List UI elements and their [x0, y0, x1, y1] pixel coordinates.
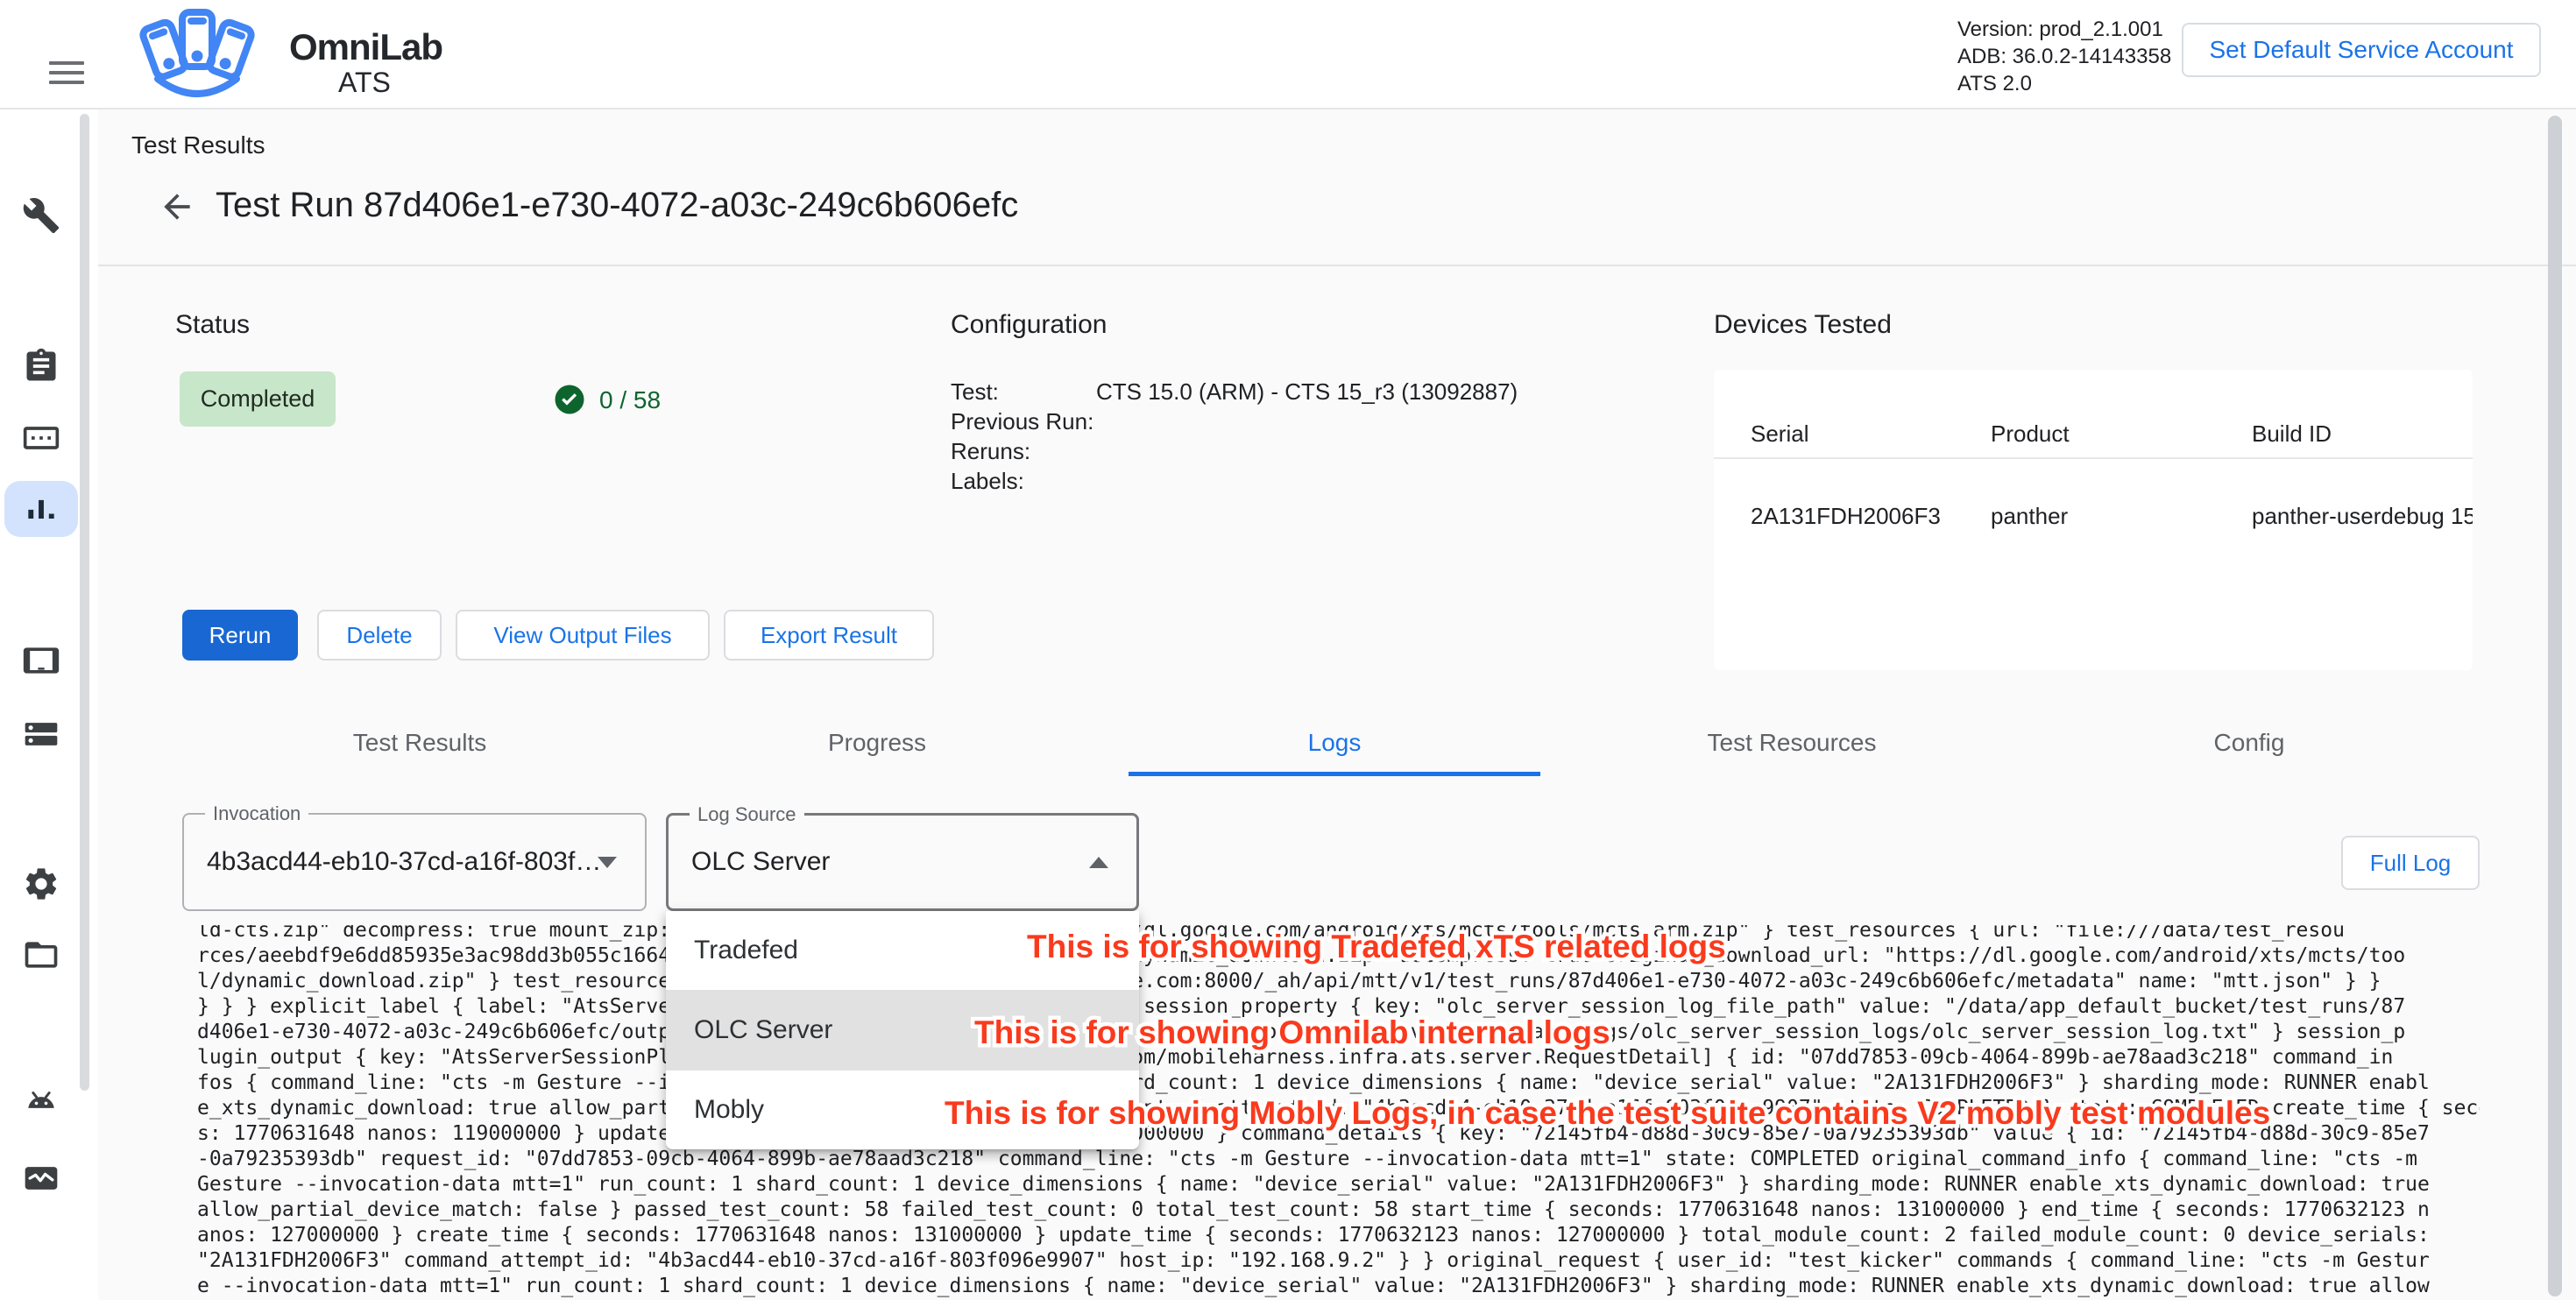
- log-line: e --invocation-data mtt=1" run_count: 1 …: [197, 1274, 2480, 1299]
- log-line: l/dynamic_download.zip" } test_resources…: [197, 969, 2480, 994]
- log-source-select[interactable]: Log Source OLC Server: [666, 813, 1139, 911]
- back-arrow-icon[interactable]: [158, 187, 196, 226]
- main-scrollbar[interactable]: [2548, 116, 2562, 1296]
- page-title: Test Run 87d406e1-e730-4072-a03c-249c6b6…: [216, 186, 1018, 225]
- content-scrollbar[interactable]: [80, 114, 89, 1091]
- omnilab-logo-icon: [123, 5, 272, 106]
- delete-button[interactable]: Delete: [317, 610, 442, 661]
- devices-tested-heading: Devices Tested: [1714, 310, 1892, 340]
- sidebar-item-clipboard-icon[interactable]: [22, 347, 60, 385]
- device-build-id-cell: panther-userdebug 15 r: [2252, 503, 2473, 530]
- config-row-previous-run: Previous Run:: [951, 408, 1687, 435]
- config-label: Labels:: [951, 468, 1096, 495]
- sidebar-item-test-plan-icon[interactable]: [22, 419, 60, 457]
- hamburger-menu-icon[interactable]: [49, 61, 84, 88]
- full-log-button[interactable]: Full Log: [2341, 836, 2480, 890]
- config-row-reruns: Reruns:: [951, 438, 1687, 465]
- sidebar-item-device-wave-icon[interactable]: [22, 1159, 60, 1198]
- view-output-files-button[interactable]: View Output Files: [456, 610, 710, 661]
- chevron-up-icon: [1089, 857, 1108, 868]
- column-header-serial: Serial: [1751, 420, 1808, 448]
- tab-test-resources[interactable]: Test Resources: [1563, 718, 2020, 767]
- config-row-labels: Labels:: [951, 468, 1687, 495]
- invocation-value: 4b3acd44-eb10-37cd-a16f-803f…: [207, 815, 601, 909]
- annotation-text: This is for showing Tradefed xTS related…: [1027, 929, 1726, 965]
- configuration-heading: Configuration: [951, 310, 1107, 340]
- version-info: Version: prod_2.1.001 ADB: 36.0.2-141433…: [1957, 16, 2171, 97]
- sidebar-item-devices-tablet-icon[interactable]: [22, 641, 60, 680]
- app-header: OmniLab ATS Version: prod_2.1.001 ADB: 3…: [0, 0, 2576, 110]
- tab-config[interactable]: Config: [2020, 718, 2478, 767]
- sidebar-nav: [0, 110, 98, 1300]
- log-line: fos { command_line: "cts -m Gesture --in…: [197, 1070, 2480, 1096]
- tab-progress[interactable]: Progress: [648, 718, 1106, 767]
- log-line: allow_partial_device_match: false } pass…: [197, 1198, 2480, 1223]
- log-line: Gesture --invocation-data mtt=1" run_cou…: [197, 1172, 2480, 1198]
- column-header-product: Product: [1991, 420, 2070, 448]
- rerun-button[interactable]: Rerun: [182, 610, 298, 661]
- chevron-down-icon: [598, 857, 617, 868]
- log-line: -0a79235393db" request_id: "07dd7853-09c…: [197, 1147, 2480, 1172]
- config-value: CTS 15.0 (ARM) - CTS 15_r3 (13092887): [1096, 378, 1518, 405]
- annotation-text: This is for showing Mobly Logs, in case …: [945, 1095, 2270, 1132]
- version-line: Version: prod_2.1.001: [1957, 16, 2171, 43]
- app-subtitle: ATS: [338, 67, 391, 99]
- status-heading: Status: [175, 310, 250, 340]
- tab-bar: Test Results Progress Logs Test Resource…: [191, 718, 2478, 767]
- adb-version-line: ADB: 36.0.2-14143358: [1957, 43, 2171, 70]
- tab-test-results[interactable]: Test Results: [191, 718, 648, 767]
- log-source-value: OLC Server: [691, 816, 830, 908]
- failed-test-ratio: 0 / 58: [599, 386, 661, 414]
- ats-version-line: ATS 2.0: [1957, 70, 2171, 97]
- divider: [98, 265, 2576, 266]
- sidebar-item-test-results-bar-chart-icon[interactable]: [22, 490, 60, 528]
- table-divider: [1714, 457, 2473, 459]
- status-badge: Completed: [180, 371, 336, 427]
- config-label: Previous Run:: [951, 408, 1096, 435]
- devices-table: Serial Product Build ID 2A131FDH2006F3 p…: [1714, 370, 2473, 670]
- device-product-cell: panther: [1991, 503, 2068, 530]
- log-line: "2A131FDH2006F3" command_attempt_id: "4b…: [197, 1248, 2480, 1274]
- check-circle-icon: [554, 384, 585, 415]
- breadcrumb: Test Results: [131, 131, 265, 159]
- invocation-select[interactable]: Invocation 4b3acd44-eb10-37cd-a16f-803f…: [182, 813, 647, 911]
- sidebar-item-storage-icon[interactable]: [22, 715, 60, 753]
- annotation-text: This is for showing Omnilab internal log…: [974, 1014, 1610, 1051]
- set-default-service-account-button[interactable]: Set Default Service Account: [2182, 23, 2541, 77]
- device-serial-cell: 2A131FDH2006F3: [1751, 503, 1941, 530]
- column-header-build-id: Build ID: [2252, 420, 2473, 448]
- app-title: OmniLab: [289, 26, 442, 68]
- tab-logs[interactable]: Logs: [1106, 718, 1563, 767]
- sidebar-item-settings-gear-icon[interactable]: [22, 865, 60, 903]
- config-label: Reruns:: [951, 438, 1096, 465]
- config-row-test: Test:CTS 15.0 (ARM) - CTS 15_r3 (1309288…: [951, 378, 1687, 406]
- config-label: Test:: [951, 378, 1096, 406]
- sidebar-item-android-icon[interactable]: [22, 1088, 60, 1127]
- sidebar-item-folder-icon[interactable]: [22, 936, 60, 974]
- sidebar-item-build-wrench-icon[interactable]: [22, 196, 60, 235]
- export-result-button[interactable]: Export Result: [724, 610, 934, 661]
- log-line: anos: 127000000 } create_time { seconds:…: [197, 1223, 2480, 1248]
